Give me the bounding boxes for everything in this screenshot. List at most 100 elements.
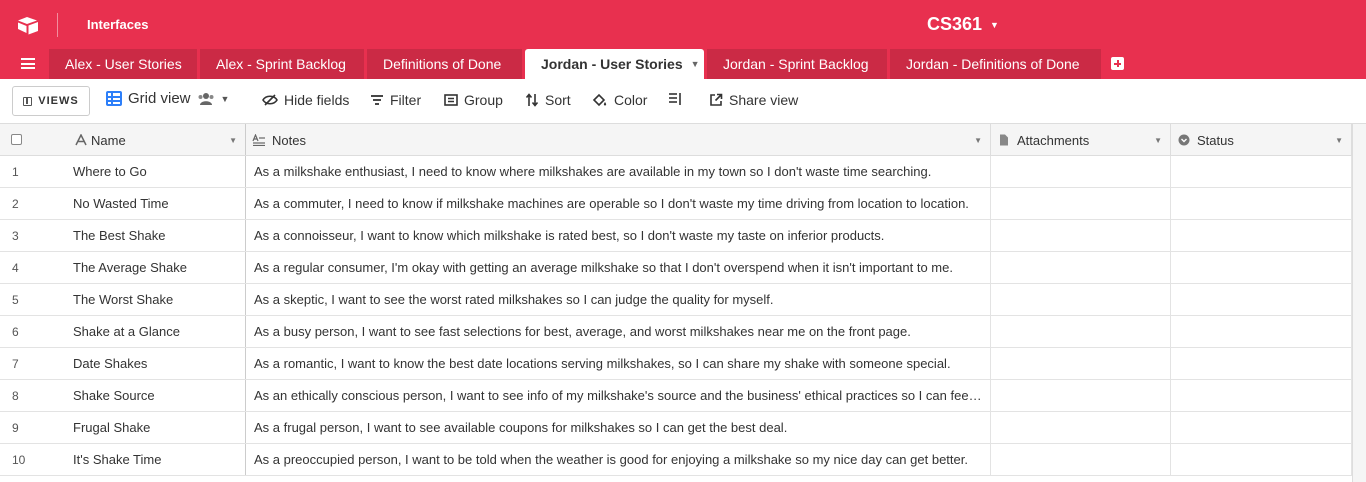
status-cell[interactable] <box>1171 412 1352 443</box>
notes-cell[interactable]: As a romantic, I want to know the best d… <box>246 348 991 379</box>
tab-label: Alex - Sprint Backlog <box>216 56 346 72</box>
column-header-notes[interactable]: Notes ▼ <box>246 124 991 155</box>
status-cell[interactable] <box>1171 284 1352 315</box>
status-cell[interactable] <box>1171 188 1352 219</box>
status-cell[interactable] <box>1171 156 1352 187</box>
sort-button[interactable]: Sort <box>525 92 571 108</box>
attachments-cell[interactable] <box>991 284 1171 315</box>
row-height-button[interactable] <box>668 92 682 106</box>
chevron-down-icon[interactable]: ▼ <box>691 59 700 69</box>
table-row[interactable]: 2 No Wasted Time As a commuter, I need to … <box>0 188 1352 220</box>
attachments-cell[interactable] <box>991 252 1171 283</box>
table-row[interactable]: 10 It's Shake Time As a preoccupied person… <box>0 444 1352 476</box>
long-text-icon <box>252 134 265 146</box>
attachments-cell[interactable] <box>991 188 1171 219</box>
tab-label: Jordan - Definitions of Done <box>906 56 1080 72</box>
hide-fields-button[interactable]: Hide fields <box>262 92 349 108</box>
row-number: 4 <box>12 261 19 275</box>
notes-cell[interactable]: As a commuter, I need to know if milksha… <box>246 188 991 219</box>
notes-cell[interactable]: As a skeptic, I want to see the worst ra… <box>246 284 991 315</box>
select-all-checkbox[interactable] <box>11 134 22 145</box>
base-name: CS361 <box>927 14 983 34</box>
table-row[interactable]: 8 Shake Source As an ethically conscious p… <box>0 380 1352 412</box>
tab-jordan-definitions-of-done[interactable]: Jordan - Definitions of Done <box>890 49 1101 79</box>
status-cell[interactable] <box>1171 316 1352 347</box>
name-cell[interactable]: The Worst Shake <box>65 284 246 315</box>
hamburger-menu-icon[interactable] <box>21 58 35 69</box>
notes-cell[interactable]: As a connoisseur, I want to know which m… <box>246 220 991 251</box>
column-status-label: Status <box>1197 133 1234 148</box>
column-attachments-label: Attachments <box>1017 133 1090 148</box>
column-header-name[interactable]: Name ▼ <box>65 124 246 155</box>
grid-right-gutter <box>1352 124 1366 482</box>
table-row[interactable]: 4 The Average Shake As a regular consumer,… <box>0 252 1352 284</box>
views-button[interactable]: VIEWS <box>12 86 90 116</box>
table-row[interactable]: 1 Where to Go As a milkshake enthusiast, I… <box>0 156 1352 188</box>
attachments-cell[interactable] <box>991 220 1171 251</box>
chevron-down-icon[interactable]: ▼ <box>974 124 982 157</box>
notes-cell[interactable]: As a milkshake enthusiast, I need to kno… <box>246 156 991 187</box>
single-select-icon <box>1178 134 1190 146</box>
chevron-down-icon[interactable]: ▼ <box>229 124 237 157</box>
color-label: Color <box>614 92 648 108</box>
notes-cell[interactable]: As a frugal person, I want to see availa… <box>246 412 991 443</box>
chevron-down-icon: ▼ <box>990 19 999 30</box>
name-cell[interactable]: Date Shakes <box>65 348 246 379</box>
notes-cell[interactable]: As a busy person, I want to see fast sel… <box>246 316 991 347</box>
share-view-button[interactable]: Share view <box>709 92 798 108</box>
tab-alex-user-stories[interactable]: Alex - User Stories <box>49 49 197 79</box>
tab-jordan-user-stories[interactable]: Jordan - User Stories ▼ <box>525 49 704 79</box>
color-button[interactable]: Color <box>592 92 647 108</box>
status-cell[interactable] <box>1171 252 1352 283</box>
view-name: Grid view <box>128 90 191 107</box>
header-divider <box>57 13 58 37</box>
add-table-icon[interactable] <box>1111 57 1124 70</box>
view-switcher[interactable]: Grid view ▼ <box>106 90 229 107</box>
name-cell[interactable]: It's Shake Time <box>65 444 246 475</box>
attachments-cell[interactable] <box>991 348 1171 379</box>
attachments-cell[interactable] <box>991 156 1171 187</box>
attachments-cell[interactable] <box>991 444 1171 475</box>
tab-definitions-of-done[interactable]: Definitions of Done <box>367 49 522 79</box>
name-cell[interactable]: The Average Shake <box>65 252 246 283</box>
tab-alex-sprint-backlog[interactable]: Alex - Sprint Backlog <box>200 49 364 79</box>
status-cell[interactable] <box>1171 220 1352 251</box>
attachments-cell[interactable] <box>991 412 1171 443</box>
tab-jordan-sprint-backlog[interactable]: Jordan - Sprint Backlog <box>707 49 887 79</box>
notes-cell[interactable]: As an ethically conscious person, I want… <box>246 380 991 411</box>
column-notes-label: Notes <box>272 133 306 148</box>
name-cell[interactable]: The Best Shake <box>65 220 246 251</box>
filter-button[interactable]: Filter <box>370 92 421 108</box>
table-row[interactable]: 6 Shake at a Glance As a busy person, I wa… <box>0 316 1352 348</box>
status-cell[interactable] <box>1171 348 1352 379</box>
table-row[interactable]: 9 Frugal Shake As a frugal person, I want … <box>0 412 1352 444</box>
column-header-row: Name ▼ Notes ▼ Attachments ▼ Status ▼ <box>0 124 1352 156</box>
status-cell[interactable] <box>1171 444 1352 475</box>
notes-cell[interactable]: As a regular consumer, I'm okay with get… <box>246 252 991 283</box>
table-row[interactable]: 7 Date Shakes As a romantic, I want to kno… <box>0 348 1352 380</box>
select-all-cell <box>0 124 65 155</box>
table-row[interactable]: 5 The Worst Shake As a skeptic, I want to … <box>0 284 1352 316</box>
airtable-logo-icon[interactable] <box>17 16 39 35</box>
column-header-status[interactable]: Status ▼ <box>1171 124 1352 155</box>
attachments-cell[interactable] <box>991 380 1171 411</box>
status-cell[interactable] <box>1171 380 1352 411</box>
name-cell[interactable]: Frugal Shake <box>65 412 246 443</box>
table-row[interactable]: 3 The Best Shake As a connoisseur, I want … <box>0 220 1352 252</box>
base-name-menu[interactable]: CS361 ▼ <box>927 14 999 35</box>
attachments-cell[interactable] <box>991 316 1171 347</box>
chevron-down-icon[interactable]: ▼ <box>1335 124 1343 157</box>
chevron-down-icon[interactable]: ▼ <box>1154 124 1162 157</box>
row-number: 3 <box>12 229 19 243</box>
interfaces-link[interactable]: Interfaces <box>87 17 148 32</box>
group-button[interactable]: Group <box>444 92 503 108</box>
name-cell[interactable]: No Wasted Time <box>65 188 246 219</box>
group-icon <box>444 94 458 106</box>
name-cell[interactable]: Shake Source <box>65 380 246 411</box>
column-header-attachments[interactable]: Attachments ▼ <box>991 124 1171 155</box>
row-number: 5 <box>12 293 19 307</box>
top-header: Interfaces CS361 ▼ Alex - User Stories A… <box>0 0 1366 79</box>
notes-cell[interactable]: As a preoccupied person, I want to be to… <box>246 444 991 475</box>
name-cell[interactable]: Shake at a Glance <box>65 316 246 347</box>
name-cell[interactable]: Where to Go <box>65 156 246 187</box>
